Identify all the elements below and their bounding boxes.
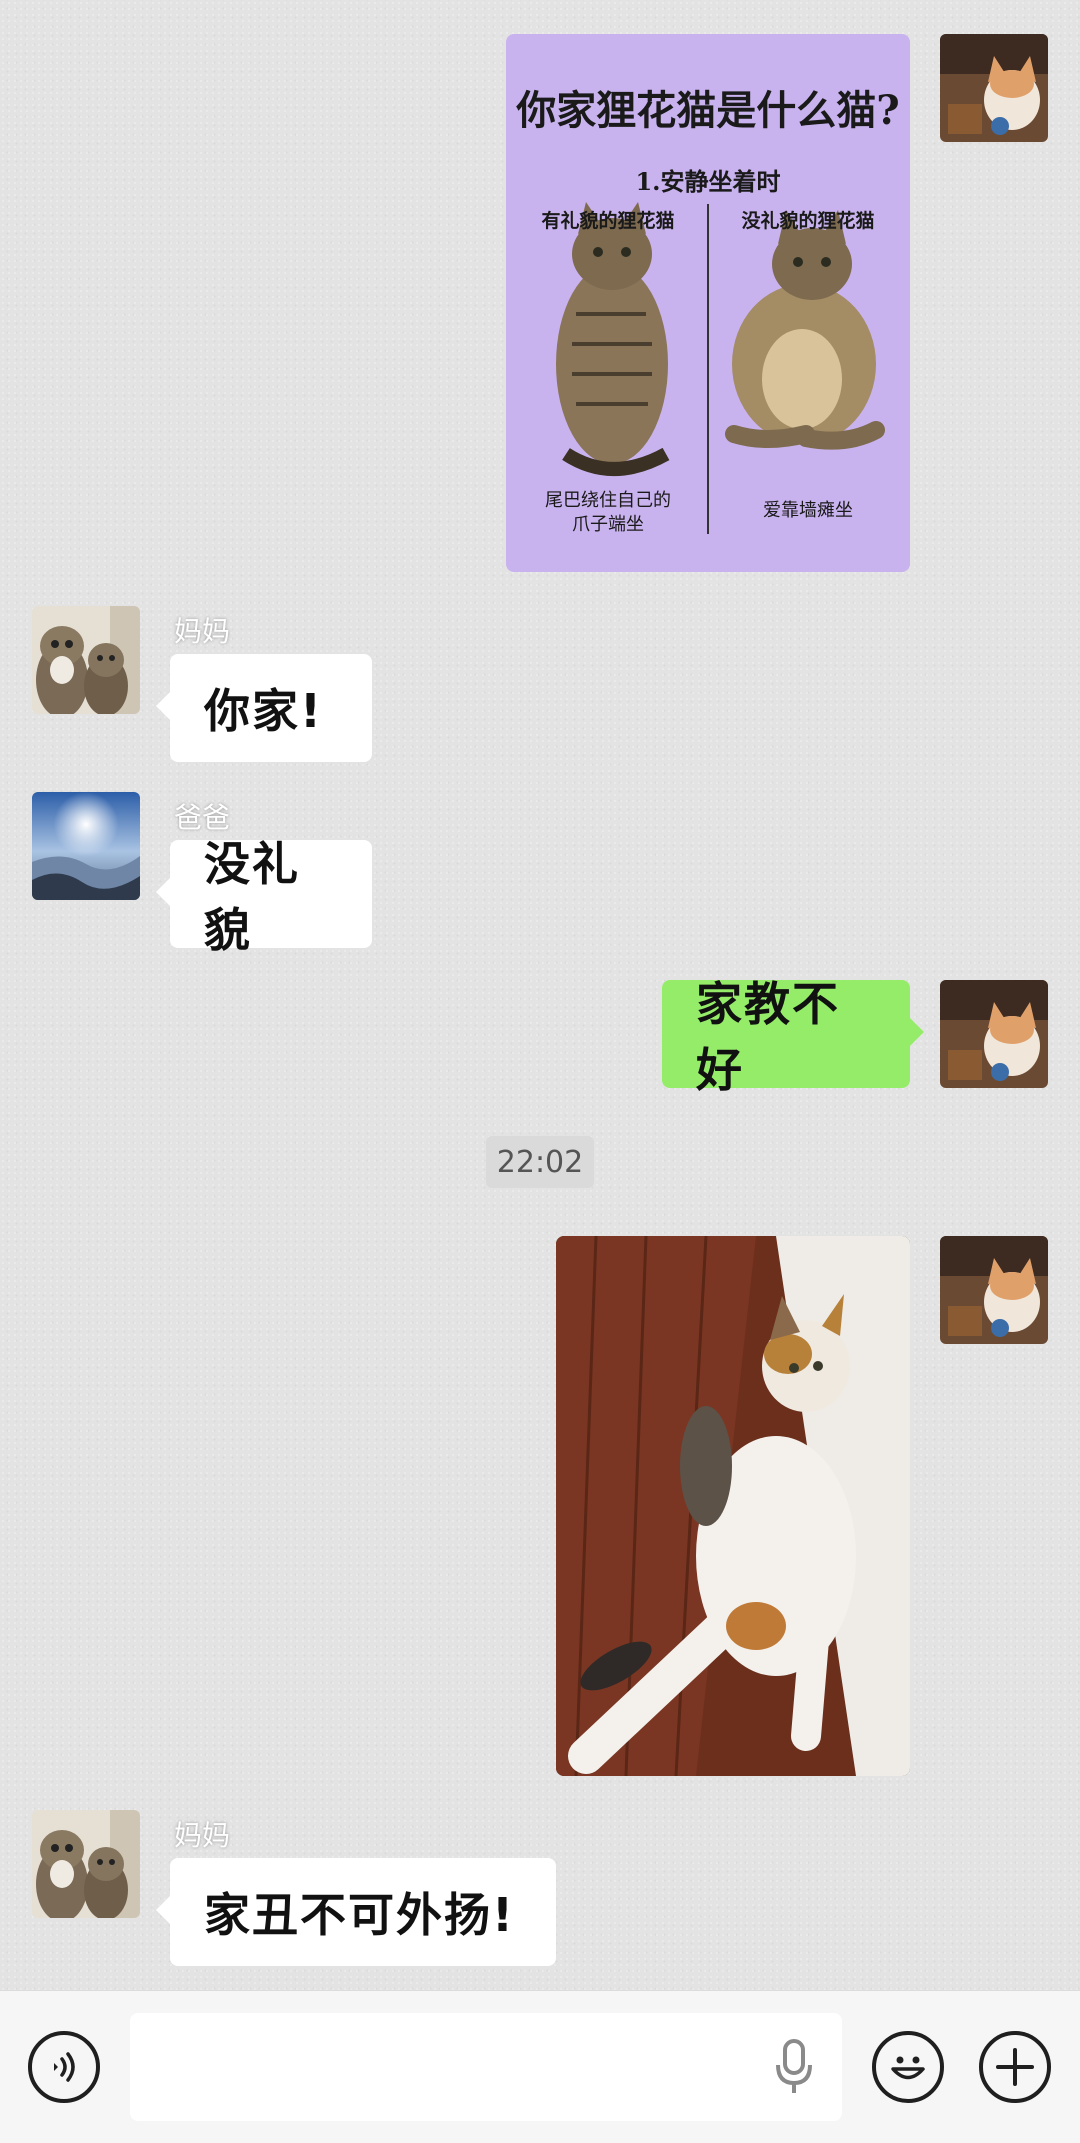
plus-icon bbox=[996, 2048, 1034, 2086]
incoming-message-bubble[interactable]: 家丑不可外扬! bbox=[156, 1858, 556, 1966]
meme-title: 你家狸花猫是什么猫? bbox=[516, 87, 900, 134]
incoming-message-bubble[interactable]: 你家! bbox=[156, 654, 372, 762]
photo-message[interactable] bbox=[556, 1236, 910, 1776]
mom-avatar[interactable] bbox=[32, 1810, 140, 1918]
chat-message-area[interactable]: 你家狸花猫是什么猫? 1.安静坐着时 有礼貌的狸花猫 没礼貌的狸花猫 尾巴绕住自… bbox=[0, 0, 1080, 1990]
kitten-avatar-icon bbox=[940, 34, 1048, 142]
two-cats-avatar-icon bbox=[32, 606, 140, 714]
message-input[interactable] bbox=[130, 2013, 842, 2121]
meme-subtitle: 1.安静坐着时 bbox=[635, 167, 781, 196]
meme-right-caption: 爱靠墙瘫坐 bbox=[763, 500, 853, 521]
add-more-button[interactable] bbox=[979, 2031, 1051, 2103]
input-bar bbox=[0, 1990, 1080, 2143]
emoji-button[interactable] bbox=[872, 2031, 944, 2103]
voice-toggle-icon bbox=[54, 2052, 75, 2082]
microphone-icon[interactable] bbox=[770, 2037, 818, 2097]
sender-name: 妈妈 bbox=[174, 615, 231, 648]
mountain-sunrise-avatar-icon bbox=[32, 792, 140, 900]
my-avatar[interactable] bbox=[940, 1236, 1048, 1344]
cat-photo bbox=[556, 1236, 910, 1776]
voice-toggle-button[interactable] bbox=[28, 2031, 100, 2103]
message-timestamp: 22:02 bbox=[486, 1136, 594, 1188]
meme-left-heading: 有礼貌的狸花猫 bbox=[541, 210, 675, 232]
incoming-message-bubble[interactable]: 没礼貌 bbox=[156, 837, 372, 957]
two-cats-avatar-icon bbox=[32, 1810, 140, 1918]
meme-left-caption-line2: 爪子端坐 bbox=[572, 514, 644, 535]
meme-image-message[interactable]: 你家狸花猫是什么猫? 1.安静坐着时 有礼貌的狸花猫 没礼貌的狸花猫 尾巴绕住自… bbox=[506, 34, 910, 572]
meme-left-caption-line1: 尾巴绕住自己的 bbox=[545, 490, 671, 511]
my-avatar[interactable] bbox=[940, 980, 1048, 1088]
meme-right-heading: 没礼貌的狸花猫 bbox=[741, 210, 875, 232]
emoji-icon bbox=[891, 2056, 925, 2080]
dad-avatar[interactable] bbox=[32, 792, 140, 900]
mom-avatar[interactable] bbox=[32, 606, 140, 714]
kitten-avatar-icon bbox=[940, 980, 1048, 1088]
my-avatar[interactable] bbox=[940, 34, 1048, 142]
outgoing-message-bubble[interactable]: 家教不好 bbox=[662, 977, 924, 1097]
kitten-avatar-icon bbox=[940, 1236, 1048, 1344]
sender-name: 妈妈 bbox=[174, 1819, 231, 1852]
